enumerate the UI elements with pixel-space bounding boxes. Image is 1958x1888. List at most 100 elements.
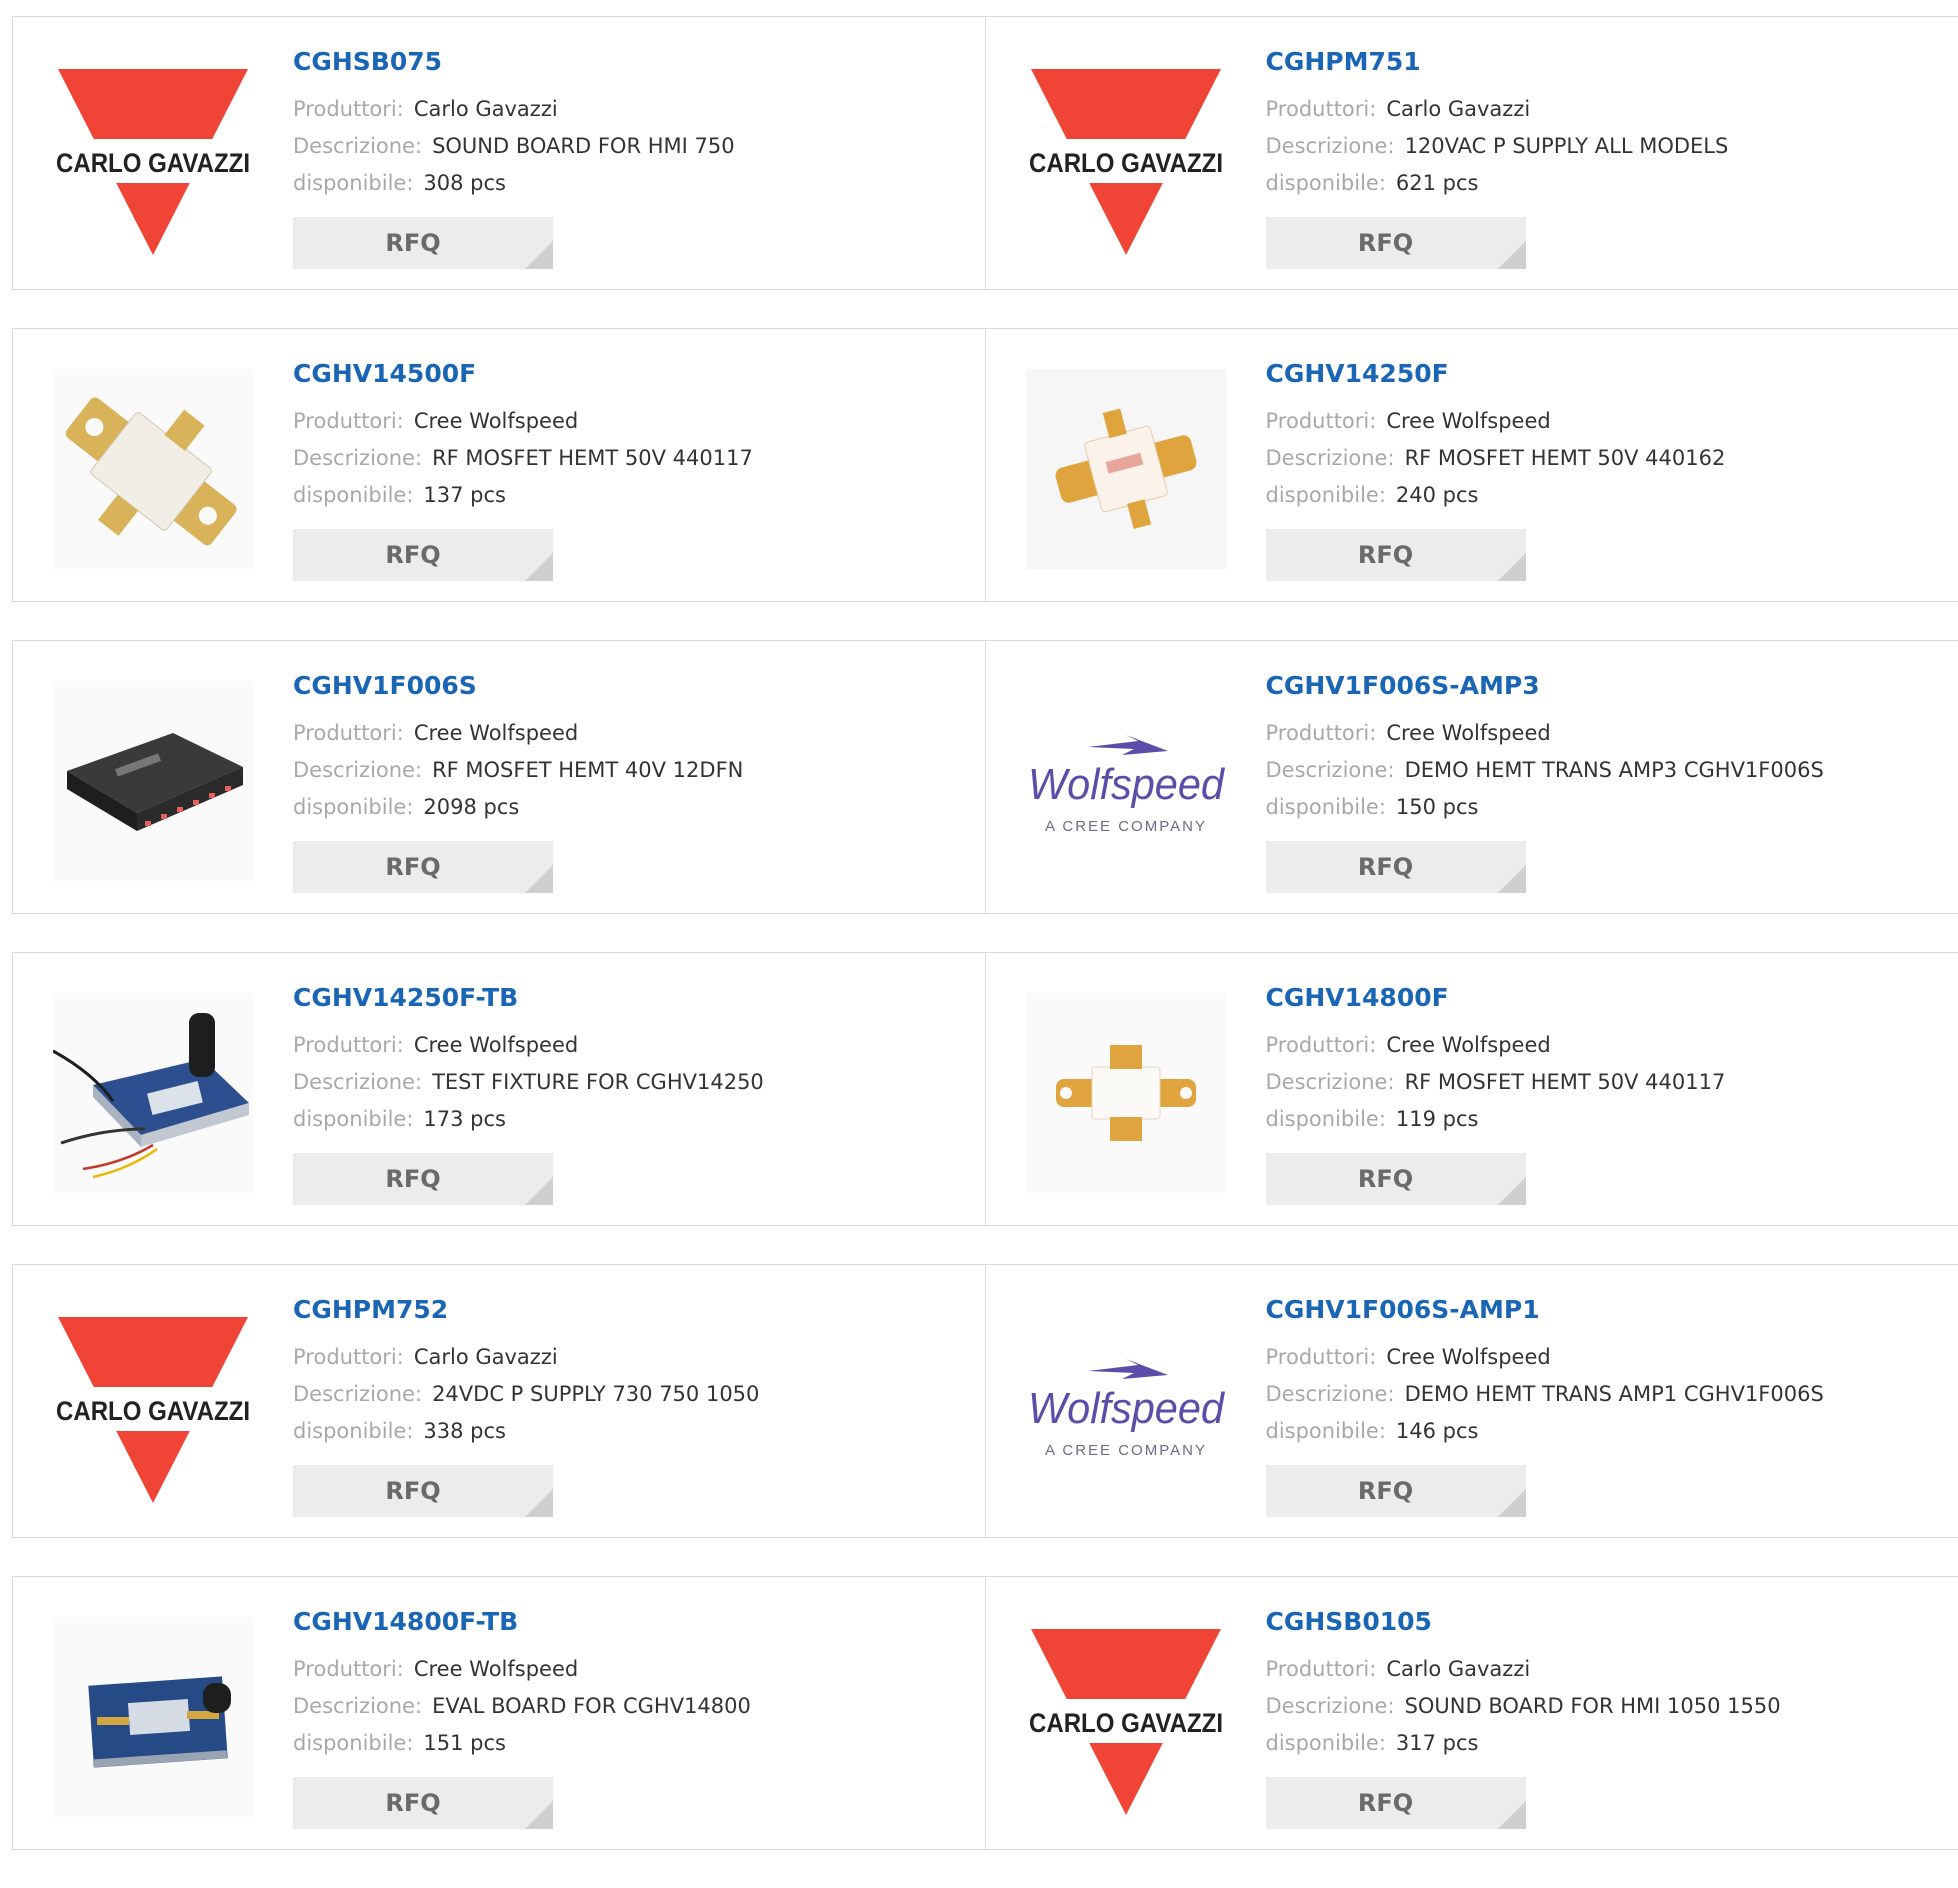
availability-line: disponibile:151 pcs <box>293 1725 751 1762</box>
description-label: Descrizione: <box>293 1070 422 1094</box>
manufacturer-label: Produttori: <box>293 1657 404 1681</box>
availability-value: 317 pcs <box>1396 1731 1479 1755</box>
product-image[interactable] <box>53 1617 253 1817</box>
part-number-link[interactable]: CGHPM752 <box>293 1295 759 1329</box>
part-number-link[interactable]: CGHV1F006S-AMP3 <box>1266 671 1824 705</box>
part-number-link[interactable]: CGHSB075 <box>293 47 735 81</box>
description-line: Descrizione:DEMO HEMT TRANS AMP3 CGHV1F0… <box>1266 752 1824 789</box>
rfq-button[interactable]: RFQ <box>293 1465 553 1517</box>
manufacturer-line: Produttori: Cree Wolfspeed <box>1266 715 1824 752</box>
description-label: Descrizione: <box>293 758 422 782</box>
product-image[interactable]: CARLO GAVAZZI <box>1026 57 1226 257</box>
product-info: CGHV14250FProduttori:Cree WolfspeedDescr… <box>1266 359 1726 514</box>
availability-value: 621 pcs <box>1396 171 1479 195</box>
svg-text:CARLO GAVAZZI: CARLO GAVAZZI <box>1029 148 1223 178</box>
manufacturer-line: Produttori: Cree Wolfspeed <box>293 403 753 440</box>
description-value: SOUND BOARD FOR HMI 750 <box>432 134 735 158</box>
rfq-button[interactable]: RFQ <box>293 1153 553 1205</box>
wolfspeed-logo: Wolfspeed A CREE COMPANY <box>1026 681 1226 881</box>
manufacturer-value: Cree Wolfspeed <box>414 1657 578 1681</box>
availability-label: disponibile: <box>293 1419 413 1443</box>
part-number-link[interactable]: CGHV14250F <box>1266 359 1726 393</box>
product-card: CARLO GAVAZZI CGHPM752Produttori:Carlo G… <box>13 1265 986 1537</box>
product-image[interactable]: Wolfspeed A CREE COMPANY <box>1026 681 1226 881</box>
availability-value: 119 pcs <box>1396 1107 1479 1131</box>
flange-transistor-photo <box>53 369 253 569</box>
product-row: CGHV14250F-TB Produttori:Cree Wolfspeed De… <box>12 952 1958 1226</box>
rfq-button[interactable]: RFQ <box>1266 841 1526 893</box>
description-line: Descrizione: SOUND BOARD FOR HMI 1050 155… <box>1266 1688 1781 1725</box>
rfq-button[interactable]: RFQ <box>293 1777 553 1829</box>
availability-line: disponibile:240 pcs <box>1266 477 1726 514</box>
part-number-link[interactable]: CGHV14250F-TB <box>293 983 764 1017</box>
manufacturer-value: Carlo Gavazzi <box>414 97 558 121</box>
availability-line: disponibile:317 pcs <box>1266 1725 1781 1762</box>
product-info: CGHSB0105Produttori:Carlo GavazziDescriz… <box>1266 1607 1781 1762</box>
description-value: RF MOSFET HEMT 50V 440117 <box>1405 1070 1726 1094</box>
manufacturer-line: Produttori:Carlo Gavazzi <box>1266 1651 1781 1688</box>
rfq-button-label: RFQ <box>1358 1165 1413 1193</box>
product-image[interactable]: CARLO GAVAZZI <box>53 57 253 257</box>
svg-text:CARLO GAVAZZI: CARLO GAVAZZI <box>1029 1708 1223 1738</box>
rfq-button[interactable]: RFQ <box>1266 529 1526 581</box>
availability-label: disponibile: <box>1266 1419 1386 1443</box>
product-info: CGHV1F006S-AMP3 Produttori: Cree Wolfspeed… <box>1266 671 1824 826</box>
description-label: Descrizione: <box>1266 1694 1395 1718</box>
eval-board-photo <box>53 1617 253 1817</box>
manufacturer-value: Cree Wolfspeed <box>414 1033 578 1057</box>
description-value: 24VDC P SUPPLY 730 750 1050 <box>432 1382 759 1406</box>
rfq-button[interactable]: RFQ <box>293 841 553 893</box>
product-image[interactable] <box>53 681 253 881</box>
part-number-link[interactable]: CGHV14500F <box>293 359 753 393</box>
svg-text:CARLO GAVAZZI: CARLO GAVAZZI <box>56 1396 250 1426</box>
manufacturer-label: Produttori: <box>1266 721 1377 745</box>
manufacturer-value: Cree Wolfspeed <box>1386 721 1550 745</box>
rfq-button-label: RFQ <box>1358 1789 1413 1817</box>
manufacturer-label: Produttori: <box>293 409 404 433</box>
product-image[interactable] <box>1026 993 1226 1193</box>
product-info: CGHSB075Produttori:Carlo GavazziDescrizi… <box>293 47 735 202</box>
manufacturer-line: Produttori:Carlo Gavazzi <box>293 91 735 128</box>
product-card: CGHV14500FProduttori:Cree WolfspeedDescr… <box>13 329 986 601</box>
description-line: Descrizione:120VAC P SUPPLY ALL MODELS <box>1266 128 1729 165</box>
description-value: SOUND BOARD FOR HMI 1050 1550 <box>1405 1694 1781 1718</box>
part-number-link[interactable]: CGHPM751 <box>1266 47 1729 81</box>
manufacturer-value: Cree Wolfspeed <box>1386 1345 1550 1369</box>
product-row: CARLO GAVAZZI CGHPM752Produttori:Carlo G… <box>12 1264 1958 1538</box>
rfq-button[interactable]: RFQ <box>1266 1777 1526 1829</box>
availability-label: disponibile: <box>1266 1107 1386 1131</box>
test-fixture-photo <box>53 993 253 1193</box>
description-label: Descrizione: <box>293 1382 422 1406</box>
product-image[interactable] <box>53 993 253 1193</box>
product-image[interactable] <box>53 369 253 569</box>
part-number-link[interactable]: CGHV1F006S <box>293 671 743 705</box>
availability-value: 240 pcs <box>1396 483 1479 507</box>
description-line: Descrizione:EVAL BOARD FOR CGHV14800 <box>293 1688 751 1725</box>
part-number-link[interactable]: CGHV14800F <box>1266 983 1726 1017</box>
small-flange-transistor-photo <box>1026 369 1226 569</box>
rfq-button[interactable]: RFQ <box>293 529 553 581</box>
product-image[interactable]: CARLO GAVAZZI <box>53 1305 253 1505</box>
availability-label: disponibile: <box>293 795 413 819</box>
description-line: Descrizione:RF MOSFET HEMT 50V 440117 <box>1266 1064 1726 1101</box>
manufacturer-line: Produttori:Cree Wolfspeed <box>293 715 743 752</box>
rfq-button[interactable]: RFQ <box>1266 1153 1526 1205</box>
part-number-link[interactable]: CGHV14800F-TB <box>293 1607 751 1641</box>
rfq-button[interactable]: RFQ <box>293 217 553 269</box>
svg-text:Wolfspeed: Wolfspeed <box>1028 760 1225 809</box>
product-card: CGHV14250F-TB Produttori:Cree Wolfspeed De… <box>13 953 986 1225</box>
manufacturer-value: Cree Wolfspeed <box>414 409 578 433</box>
product-image[interactable] <box>1026 369 1226 569</box>
manufacturer-line: Produttori:Cree Wolfspeed <box>293 1027 764 1064</box>
product-image[interactable]: CARLO GAVAZZI <box>1026 1617 1226 1817</box>
part-number-link[interactable]: CGHV1F006S-AMP1 <box>1266 1295 1824 1329</box>
product-image[interactable]: Wolfspeed A CREE COMPANY <box>1026 1305 1226 1505</box>
manufacturer-label: Produttori: <box>1266 1345 1377 1369</box>
rfq-button[interactable]: RFQ <box>1266 1465 1526 1517</box>
rfq-button-label: RFQ <box>1358 229 1413 257</box>
availability-label: disponibile: <box>293 1107 413 1131</box>
description-label: Descrizione: <box>293 1694 422 1718</box>
carlo-gavazzi-logo: CARLO GAVAZZI <box>53 57 253 257</box>
rfq-button[interactable]: RFQ <box>1266 217 1526 269</box>
part-number-link[interactable]: CGHSB0105 <box>1266 1607 1781 1641</box>
